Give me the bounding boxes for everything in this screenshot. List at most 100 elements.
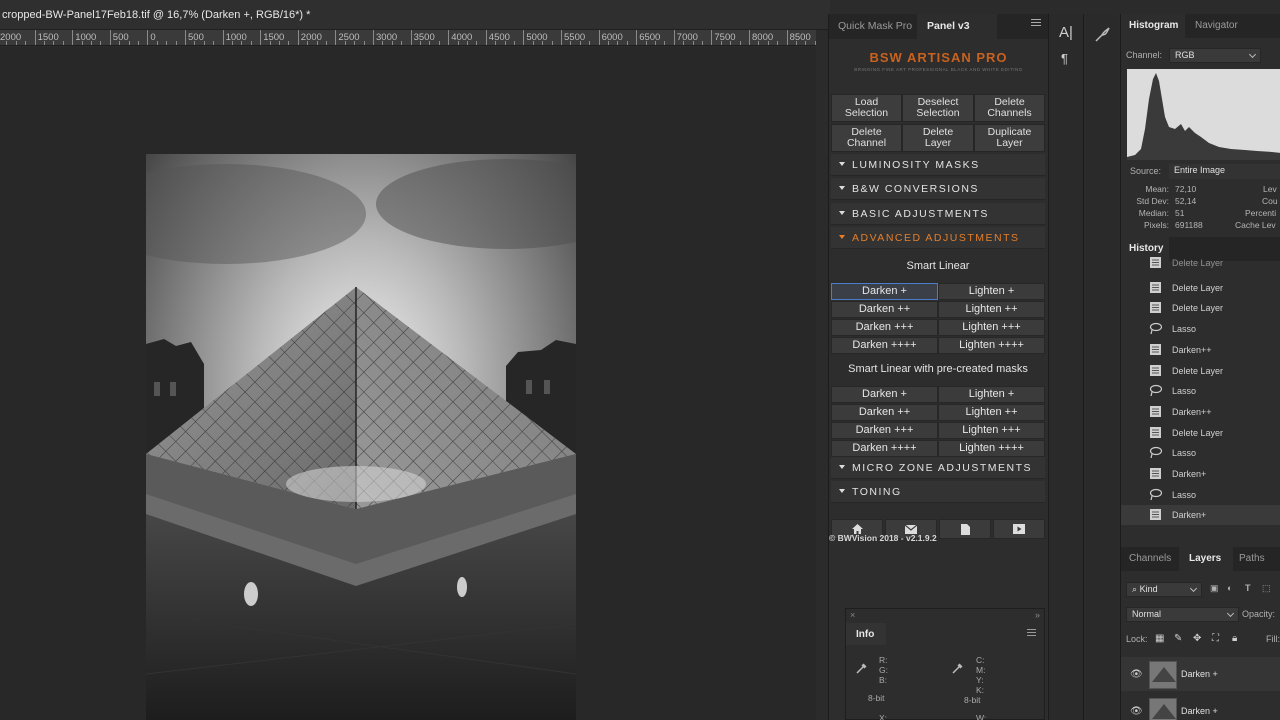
ruler-minor-tick	[617, 41, 619, 45]
lock-transparent-icon[interactable]: ▦	[1155, 633, 1164, 644]
document-button[interactable]	[939, 519, 991, 539]
section-toning[interactable]: TONING	[831, 481, 1045, 503]
layer-row[interactable]: 👁︎ Darken +	[1121, 657, 1280, 691]
tab-histogram[interactable]: Histogram	[1129, 20, 1178, 31]
history-item[interactable]: Lasso	[1121, 485, 1280, 505]
brush-settings-icon[interactable]	[1094, 27, 1110, 43]
duplicate-layer-button[interactable]: Duplicate Layer	[974, 124, 1045, 152]
history-item[interactable]: Lasso	[1121, 319, 1280, 339]
section-micro-zone-adjustments[interactable]: MICRO ZONE ADJUSTMENTS	[831, 457, 1045, 479]
button-line-2: Channels	[987, 107, 1032, 119]
eye-icon[interactable]: 👁︎	[1130, 706, 1143, 717]
history-item-label: Delete Layer	[1172, 282, 1224, 293]
expand-arrow-icon	[839, 235, 845, 239]
lock-all-icon[interactable]: 🔒︎	[1232, 633, 1237, 644]
character-icon[interactable]: A|	[1059, 24, 1073, 41]
layer-thumbnail	[1149, 661, 1177, 689]
smart-linear-lighten-4-button[interactable]: Lighten ++++	[938, 337, 1045, 354]
history-item[interactable]: Delete Layer	[1121, 361, 1280, 381]
paragraph-icon[interactable]: ¶	[1061, 51, 1068, 66]
smart-linear-darken-2-button[interactable]: Darken ++	[831, 301, 938, 318]
masked-lighten-3-button[interactable]: Lighten +++	[938, 422, 1045, 439]
tab-navigator[interactable]: Navigator	[1195, 20, 1238, 31]
info-w-label: W:	[976, 713, 987, 720]
filter-adjustment-icon[interactable]: ◐	[1227, 583, 1232, 593]
filter-pixel-icon[interactable]: ▣	[1210, 583, 1219, 594]
layer-row[interactable]: 👁︎ Darken +	[1121, 694, 1280, 720]
document-title: cropped-BW-Panel17Feb18.tif @ 16,7% (Dar…	[2, 9, 311, 21]
delete-channel-button[interactable]: Delete Channel	[831, 124, 902, 152]
stat-mean-value: 72,10	[1175, 184, 1197, 194]
ruler-minor-tick	[128, 41, 130, 45]
ruler-minor-tick	[664, 41, 666, 45]
ruler-tick-label: 1500	[260, 30, 284, 45]
tab-quick-mask-pro[interactable]: Quick Mask Pro	[838, 20, 912, 32]
masked-darken-2-button[interactable]: Darken ++	[831, 404, 938, 421]
tab-layers[interactable]: Layers	[1189, 553, 1221, 564]
blend-mode-select[interactable]: Normal	[1126, 607, 1239, 622]
stat-mean-label: Mean:	[1145, 184, 1169, 194]
tab-panel-v3[interactable]: Panel v3	[927, 20, 970, 32]
smart-linear-lighten-2-button[interactable]: Lighten ++	[938, 301, 1045, 318]
tab-paths[interactable]: Paths	[1239, 553, 1265, 564]
ruler-minor-tick	[457, 41, 459, 45]
ruler-minor-tick	[570, 41, 572, 45]
load-selection-button[interactable]: Load Selection	[831, 94, 902, 122]
filter-type-icon[interactable]: T	[1245, 583, 1251, 593]
lock-position-icon[interactable]: ✥	[1193, 633, 1201, 644]
ruler-minor-tick	[269, 41, 271, 45]
document-tab[interactable]: cropped-BW-Panel17Feb18.tif @ 16,7% (Dar…	[0, 0, 830, 30]
smart-linear-lighten-3-button[interactable]: Lighten +++	[938, 319, 1045, 336]
channel-select[interactable]: RGB	[1169, 48, 1261, 63]
section-bw-conversions[interactable]: B&W CONVERSIONS	[831, 178, 1045, 200]
eye-icon[interactable]: 👁︎	[1130, 669, 1143, 680]
history-item[interactable]: Darken+	[1121, 505, 1280, 526]
smart-linear-darken-1-button[interactable]: Darken +	[831, 283, 938, 300]
ruler-minor-tick	[307, 41, 309, 45]
search-icon: ⌕	[1132, 584, 1138, 594]
history-item[interactable]: Darken++	[1121, 340, 1280, 360]
masked-lighten-2-button[interactable]: Lighten ++	[938, 404, 1045, 421]
delete-layer-button[interactable]: Delete Layer	[902, 124, 974, 152]
masked-darken-1-button[interactable]: Darken +	[831, 386, 938, 403]
section-advanced-adjustments[interactable]: ADVANCED ADJUSTMENTS	[831, 227, 1045, 249]
section-label: TONING	[852, 486, 902, 498]
history-item-label: Delete Layer	[1172, 303, 1224, 314]
stat-level-label: Lev	[1263, 184, 1277, 194]
tab-channels[interactable]: Channels	[1129, 553, 1171, 564]
section-luminosity-masks[interactable]: LUMINOSITY MASKS	[831, 154, 1045, 176]
close-icon[interactable]: ×	[850, 610, 855, 620]
history-item[interactable]: Darken++	[1121, 402, 1280, 422]
masked-lighten-4-button[interactable]: Lighten ++++	[938, 440, 1045, 457]
smart-linear-darken-3-button[interactable]: Darken +++	[831, 319, 938, 336]
history-item[interactable]: Lasso	[1121, 381, 1280, 401]
canvas-area[interactable]	[0, 47, 816, 720]
smart-linear-darken-4-button[interactable]: Darken ++++	[831, 337, 938, 354]
source-select[interactable]: Entire Image	[1169, 164, 1280, 179]
ruler-minor-tick	[44, 41, 45, 45]
deselect-selection-button[interactable]: Deselect Selection	[902, 94, 974, 122]
channel-value: RGB	[1175, 50, 1195, 60]
layer-kind-filter[interactable]: ⌕ Kind	[1126, 582, 1202, 597]
masked-lighten-1-button[interactable]: Lighten +	[938, 386, 1045, 403]
history-item[interactable]: Delete Layer	[1121, 278, 1280, 298]
collapse-icon[interactable]: »	[1035, 610, 1040, 620]
video-button[interactable]	[993, 519, 1045, 539]
masked-darken-4-button[interactable]: Darken ++++	[831, 440, 938, 457]
panel-menu-icon[interactable]	[1031, 19, 1041, 29]
filter-shape-icon[interactable]: ⬚	[1262, 583, 1271, 594]
lock-paint-icon[interactable]: ✎	[1174, 633, 1182, 644]
masked-darken-3-button[interactable]: Darken +++	[831, 422, 938, 439]
info-menu-icon[interactable]	[1027, 629, 1036, 638]
section-basic-adjustments[interactable]: BASIC ADJUSTMENTS	[831, 203, 1045, 225]
lock-artboard-icon[interactable]: ⛶	[1212, 633, 1219, 644]
history-item[interactable]: Delete Layer	[1121, 298, 1280, 318]
delete-channels-button[interactable]: Delete Channels	[974, 94, 1045, 122]
history-item[interactable]: Delete Layer	[1121, 423, 1280, 443]
history-item[interactable]: Delete Layer	[1121, 253, 1280, 273]
history-item[interactable]: Lasso	[1121, 443, 1280, 463]
history-item[interactable]: Darken+	[1121, 464, 1280, 484]
tab-info[interactable]: Info	[846, 623, 886, 645]
smart-linear-lighten-1-button[interactable]: Lighten +	[938, 283, 1045, 300]
info-title: Info	[856, 629, 875, 640]
